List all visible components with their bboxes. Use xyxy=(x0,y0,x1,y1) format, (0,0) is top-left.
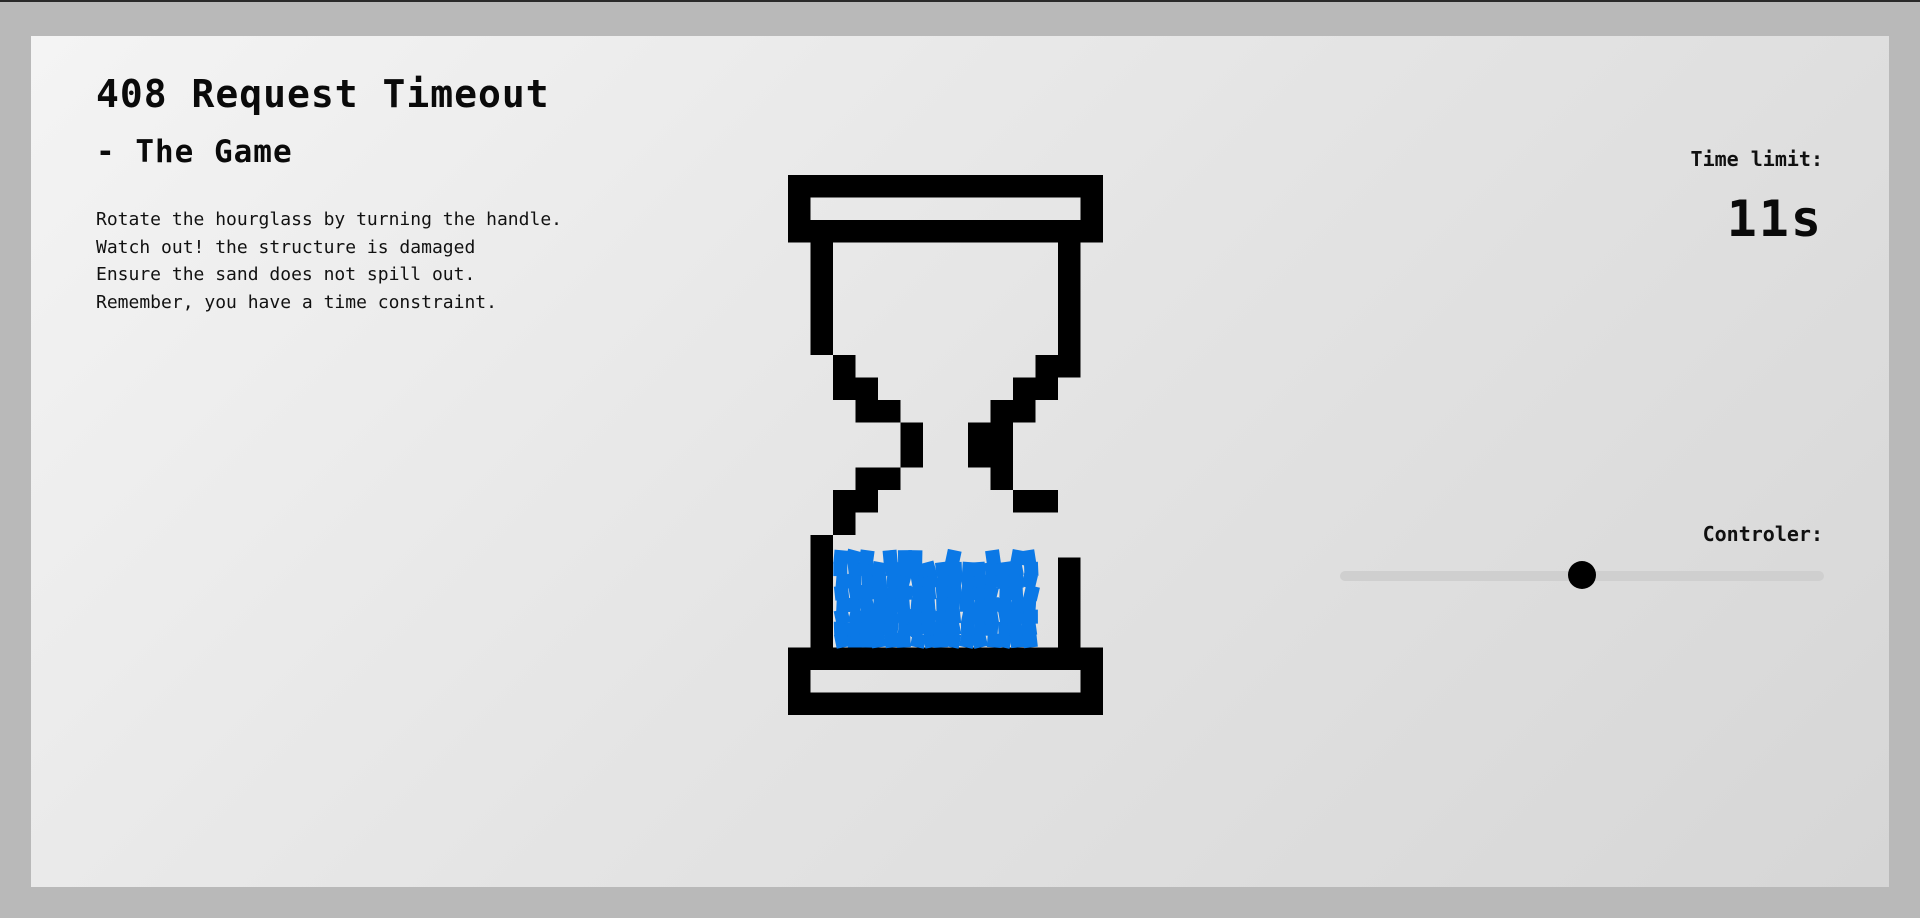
hourglass-wall-block xyxy=(810,557,833,580)
sand-grain xyxy=(970,561,986,577)
hourglass-top-cap xyxy=(788,220,1103,243)
hourglass-wall-block xyxy=(810,580,833,603)
hourglass-wall-block xyxy=(900,422,923,445)
hourglass-wall-block xyxy=(1013,377,1036,400)
sand-grain xyxy=(985,549,1001,566)
hourglass-top-cap xyxy=(788,197,811,220)
hourglass-wall-block xyxy=(1058,265,1081,288)
hourglass-wall-block xyxy=(1058,310,1081,333)
game-subtitle: - The Game xyxy=(96,134,293,170)
hourglass-wall-block xyxy=(810,310,833,333)
hourglass-wall-block xyxy=(990,445,1013,468)
hourglass-wall-block xyxy=(1058,242,1081,265)
game-panel: 408 Request Timeout - The Game Rotate th… xyxy=(31,36,1889,887)
sand-grain xyxy=(908,550,923,565)
hourglass-bottom-cap xyxy=(788,647,1103,670)
hourglass-wall-block xyxy=(1035,377,1058,400)
hourglass-wall-block xyxy=(810,625,833,648)
hourglass-wall-block xyxy=(968,422,991,445)
hourglass-wall-block xyxy=(810,535,833,558)
hourglass-top-cap xyxy=(788,175,1103,198)
hourglass-wall-block xyxy=(1058,332,1081,355)
instructions: Rotate the hourglass by turning the hand… xyxy=(96,206,562,316)
hourglass-bottom-cap xyxy=(1080,670,1103,693)
controller-label: Controler: xyxy=(1702,522,1823,546)
hourglass-wall-block xyxy=(990,400,1013,423)
game-title: 408 Request Timeout xyxy=(96,72,550,116)
hourglass-wall-block xyxy=(833,355,856,378)
hourglass-wall-block xyxy=(810,242,833,265)
hourglass-wall-block xyxy=(1013,400,1036,423)
sand-grain xyxy=(882,549,898,565)
hourglass-bottom-cap xyxy=(788,670,811,693)
hourglass-wall-block xyxy=(1058,602,1081,625)
hourglass-wall-block xyxy=(833,490,856,513)
sand-grain xyxy=(858,549,875,566)
hourglass-bottom-cap xyxy=(788,692,1103,715)
hourglass-wall-block xyxy=(855,400,878,423)
hourglass-wall-block xyxy=(833,377,856,400)
hourglass-wall-block xyxy=(810,602,833,625)
hourglass-wall-block xyxy=(810,265,833,288)
hourglass-wall-block xyxy=(968,445,991,468)
hourglass-wall-block xyxy=(1035,490,1058,513)
hourglass-wall-block xyxy=(1058,355,1081,378)
hourglass-wall-block xyxy=(1058,287,1081,310)
slider-thumb[interactable] xyxy=(1568,561,1596,589)
hourglass xyxy=(788,175,1103,715)
hourglass-wall-block xyxy=(1058,625,1081,648)
hourglass-wall-block xyxy=(1058,557,1081,580)
hourglass-wall-block xyxy=(1058,580,1081,603)
hourglass-wall-block xyxy=(810,332,833,355)
instruction-line: Remember, you have a time constraint. xyxy=(96,291,497,313)
time-limit-label: Time limit: xyxy=(1690,147,1823,171)
hourglass-wall-block xyxy=(810,287,833,310)
instruction-line: Watch out! the structure is damaged xyxy=(96,236,476,258)
instruction-line: Rotate the hourglass by turning the hand… xyxy=(96,209,562,230)
hourglass-wall-block xyxy=(1035,355,1058,378)
hourglass-wall-block xyxy=(990,467,1013,490)
time-limit-value: 11s xyxy=(1726,190,1823,248)
hourglass-wall-block xyxy=(833,512,856,535)
hourglass-wall-block xyxy=(878,467,901,490)
hourglass-wall-block xyxy=(990,422,1013,445)
hourglass-top-cap xyxy=(1080,197,1103,220)
hourglass-wall-block xyxy=(878,400,901,423)
hourglass-wall-block xyxy=(855,377,878,400)
instruction-line: Ensure the sand does not spill out. xyxy=(96,264,476,285)
sand-grain xyxy=(1020,549,1037,566)
controller-slider[interactable] xyxy=(1340,560,1824,590)
hourglass-wall-block xyxy=(1013,490,1036,513)
sand-grain xyxy=(944,548,962,566)
hourglass-wall-block xyxy=(900,445,923,468)
hourglass-wall-block xyxy=(855,490,878,513)
hourglass-wall-block xyxy=(855,467,878,490)
